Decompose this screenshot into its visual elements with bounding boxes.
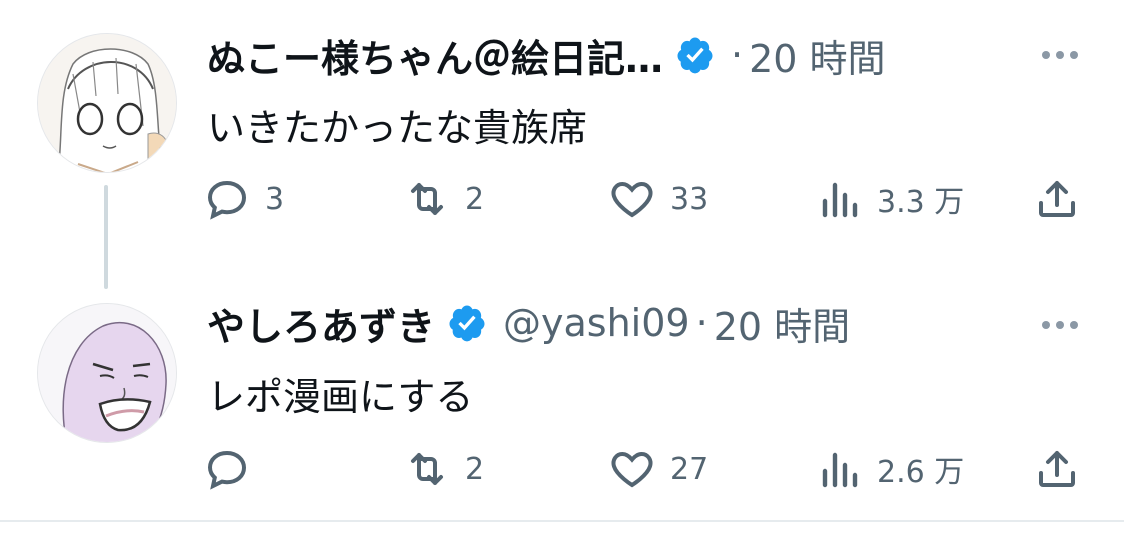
retweet-count: 2 xyxy=(465,181,485,217)
divider xyxy=(0,520,1124,522)
tweet-header: やしろあずき @yashi09 · 20 時間 xyxy=(207,296,850,351)
reply-icon xyxy=(207,450,247,490)
tweet-text: いきたかったな貴族席 xyxy=(207,106,588,150)
retweet-icon xyxy=(411,183,443,215)
action-bar: 2 27 2.6 万 xyxy=(203,445,1083,495)
timestamp[interactable]: 20 時間 xyxy=(749,28,885,83)
display-name[interactable]: やしろあずき xyxy=(207,296,435,351)
thread-connector-line xyxy=(104,185,108,289)
verified-badge-icon xyxy=(677,37,713,74)
like-count: 33 xyxy=(670,181,709,217)
anime-girl-avatar-icon xyxy=(38,34,176,172)
like-count: 27 xyxy=(670,451,709,487)
views-icon xyxy=(822,452,858,488)
like-button[interactable]: 27 xyxy=(608,445,708,493)
retweet-button[interactable]: 2 xyxy=(403,175,484,223)
separator-dot: · xyxy=(731,33,744,77)
reply-button[interactable] xyxy=(203,445,265,493)
view-count: 3.3 万 xyxy=(877,185,965,220)
retweet-icon xyxy=(411,453,443,485)
reply-button[interactable]: 3 xyxy=(203,175,284,223)
view-count: 2.6 万 xyxy=(877,455,965,490)
share-button[interactable] xyxy=(1033,175,1081,223)
user-handle[interactable]: @yashi09 xyxy=(503,301,690,345)
reply-count: 3 xyxy=(265,181,285,217)
views-icon xyxy=(822,182,858,218)
views-button[interactable]: 3.3 万 xyxy=(815,175,964,223)
reply-icon xyxy=(207,180,247,220)
more-icon[interactable] xyxy=(1042,51,1078,59)
separator-dot: · xyxy=(695,301,708,345)
views-button[interactable]: 2.6 万 xyxy=(815,445,964,493)
more-icon[interactable] xyxy=(1042,321,1078,329)
share-button[interactable] xyxy=(1033,445,1081,493)
like-icon xyxy=(611,181,653,218)
tweet-text: レポ漫画にする xyxy=(207,375,474,419)
avatar[interactable] xyxy=(37,303,177,443)
action-bar: 3 2 33 3.3 万 xyxy=(203,175,1083,225)
timestamp[interactable]: 20 時間 xyxy=(714,296,850,351)
avatar[interactable] xyxy=(37,33,177,173)
purple-face-avatar-icon xyxy=(38,304,176,442)
share-icon xyxy=(1039,181,1075,217)
display-name[interactable]: ぬこー様ちゃん＠絵日記… xyxy=(207,28,663,83)
like-icon xyxy=(611,451,653,488)
verified-badge-icon xyxy=(449,305,485,342)
share-icon xyxy=(1039,451,1075,487)
retweet-button[interactable]: 2 xyxy=(403,445,484,493)
retweet-count: 2 xyxy=(465,451,485,487)
like-button[interactable]: 33 xyxy=(608,175,708,223)
tweet-header: ぬこー様ちゃん＠絵日記… · 20 時間 xyxy=(207,28,886,83)
